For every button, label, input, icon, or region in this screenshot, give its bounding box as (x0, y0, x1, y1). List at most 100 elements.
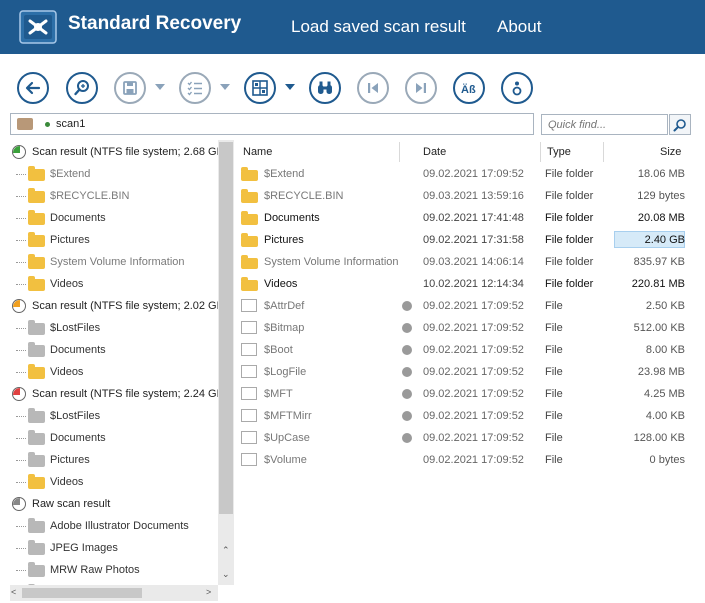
tree-connector-line (16, 350, 26, 351)
scroll-up-icon[interactable]: ⌃ (222, 545, 230, 556)
cell-size: 129 bytes (637, 190, 685, 202)
table-row[interactable]: $MFTMirr 09.02.2021 17:09:52 File 4.00 KB (236, 405, 691, 427)
table-row[interactable]: System Volume Information 09.03.2021 14:0… (236, 251, 691, 273)
table-row[interactable]: $MFT 09.02.2021 17:09:52 File 4.25 MB (236, 383, 691, 405)
cell-size: 835.97 KB (633, 256, 685, 268)
tree-folder-node[interactable]: Adobe Illustrator Documents (10, 516, 218, 536)
table-row[interactable]: $AttrDef 09.02.2021 17:09:52 File 2.50 KB (236, 295, 691, 317)
cell-type: File folder (545, 278, 594, 290)
table-row[interactable]: $Extend 09.02.2021 17:09:52 File folder 18.… (236, 163, 691, 185)
back-button[interactable] (17, 72, 49, 104)
tree-folder-node[interactable]: $Extend (10, 164, 218, 184)
search-button[interactable] (669, 114, 691, 135)
table-row[interactable]: $Bitmap 09.02.2021 17:09:52 File 512.00 KB (236, 317, 691, 339)
rename-button[interactable]: Äß (453, 72, 485, 104)
tree-root-node[interactable]: Scan result (NTFS file system; 2.24 GB (10, 384, 224, 404)
view-dropdown-caret-icon[interactable] (285, 84, 295, 90)
tree-folder-node[interactable]: Documents (10, 340, 218, 360)
tree-hscroll-thumb[interactable] (22, 588, 142, 598)
tree-folder-node[interactable]: $LostFiles (10, 318, 218, 338)
save-dropdown-caret-icon[interactable] (155, 84, 165, 90)
column-name-header[interactable]: Name (243, 146, 272, 158)
tree-folder-label: JPEG Images (50, 542, 118, 554)
cell-size: 512.00 KB (633, 322, 685, 334)
tree-folder-label: $RECYCLE.BIN (50, 190, 130, 202)
scroll-down-icon[interactable]: ⌄ (222, 569, 230, 580)
tree-connector-line (16, 174, 26, 175)
table-row[interactable]: Documents 09.02.2021 17:41:48 File folder 2… (236, 207, 691, 229)
table-row[interactable]: $Volume 09.02.2021 17:09:52 File 0 bytes (236, 449, 691, 471)
mark-button[interactable] (179, 72, 211, 104)
cell-date: 09.02.2021 17:09:52 (423, 344, 524, 356)
column-separator[interactable] (540, 142, 541, 162)
tree-folder-node[interactable]: MRW Raw Photos (10, 560, 218, 580)
tree-folder-node[interactable]: Videos (10, 274, 218, 294)
cell-type: File (545, 454, 563, 466)
column-size-header[interactable]: Size (660, 146, 681, 158)
table-row[interactable]: Pictures 09.02.2021 17:31:58 File folder 2.… (236, 229, 691, 251)
cell-size: 2.50 KB (645, 300, 685, 312)
tree-connector-line (16, 548, 26, 549)
prev-button[interactable] (357, 72, 389, 104)
mark-dropdown-caret-icon[interactable] (220, 84, 230, 90)
table-row[interactable]: $UpCase 09.02.2021 17:09:52 File 128.00 KB (236, 427, 691, 449)
cell-type: File (545, 388, 563, 400)
tree-folder-node[interactable]: Videos (10, 472, 218, 492)
column-type-header[interactable]: Type (547, 146, 571, 158)
svg-text:Äß: Äß (461, 83, 476, 96)
cell-name: $Volume (264, 454, 307, 466)
table-row[interactable]: $Boot 09.02.2021 17:09:52 File 8.00 KB (236, 339, 691, 361)
table-row[interactable]: $LogFile 09.02.2021 17:09:52 File 23.98 MB (236, 361, 691, 383)
tree-root-node[interactable]: Scan result (NTFS file system; 2.68 GB (10, 142, 224, 162)
tree-folder-node[interactable]: System Volume Information (10, 252, 218, 272)
tree-folder-node[interactable]: JPEG Images (10, 538, 218, 558)
recovery-status-dot-icon (402, 411, 412, 421)
tree-folder-node[interactable]: $RECYCLE.BIN (10, 186, 218, 206)
tree-root-label: Scan result (NTFS file system; 2.24 GB (32, 388, 224, 400)
tree-connector-line (16, 482, 26, 483)
tree-folder-node[interactable]: Videos (10, 362, 218, 382)
load-saved-scan-link[interactable]: Load saved scan result (291, 17, 466, 37)
magnify-icon (74, 80, 89, 96)
find-button[interactable] (66, 72, 98, 104)
table-row[interactable]: Videos 10.02.2021 12:14:34 File folder 220.… (236, 273, 691, 295)
tree-folder-node[interactable]: Documents (10, 208, 218, 228)
preview-button[interactable] (309, 72, 341, 104)
file-icon (241, 365, 257, 378)
tree-root-node[interactable]: Scan result (NTFS file system; 2.02 GB (10, 296, 224, 316)
view-button[interactable] (244, 72, 276, 104)
tree-folder-node[interactable]: Pictures (10, 230, 218, 250)
cell-name: System Volume Information (264, 256, 399, 268)
cell-date: 09.02.2021 17:09:52 (423, 410, 524, 422)
next-button[interactable] (405, 72, 437, 104)
about-link[interactable]: About (497, 17, 541, 37)
tree-folder-node[interactable]: Documents (10, 428, 218, 448)
tree-folder-node[interactable]: $LostFiles (10, 406, 218, 426)
path-bar[interactable]: scan1 (10, 113, 534, 135)
tree-scroll-thumb[interactable] (219, 142, 233, 514)
cell-type: File (545, 410, 563, 422)
folder-icon (241, 233, 258, 247)
tree-folder-label: $LostFiles (50, 322, 101, 334)
column-separator[interactable] (603, 142, 604, 162)
cell-name: Documents (264, 212, 320, 224)
tree-vertical-scrollbar[interactable]: ⌃ ⌄ (218, 140, 234, 585)
scroll-left-icon[interactable]: < (11, 587, 16, 597)
tree-folder-node[interactable]: Pictures (10, 450, 218, 470)
save-button[interactable] (114, 72, 146, 104)
recovery-status-dot-icon (402, 323, 412, 333)
tree-root-label: Scan result (NTFS file system; 2.68 GB (32, 146, 224, 158)
cell-name: $AttrDef (264, 300, 305, 312)
table-row[interactable]: $RECYCLE.BIN 09.03.2021 13:59:16 File fold… (236, 185, 691, 207)
toolbar: Äß (0, 54, 705, 112)
info-button[interactable] (501, 72, 533, 104)
quick-find-input[interactable] (541, 114, 668, 135)
cell-type: File (545, 300, 563, 312)
text-case-icon: Äß (461, 83, 476, 96)
column-separator[interactable] (399, 142, 400, 162)
file-icon (241, 321, 257, 334)
column-date-header[interactable]: Date (423, 146, 446, 158)
tree-root-node[interactable]: Raw scan result (10, 494, 218, 514)
scroll-right-icon[interactable]: > (206, 587, 211, 597)
tree-horizontal-scrollbar[interactable]: < > (10, 585, 218, 601)
